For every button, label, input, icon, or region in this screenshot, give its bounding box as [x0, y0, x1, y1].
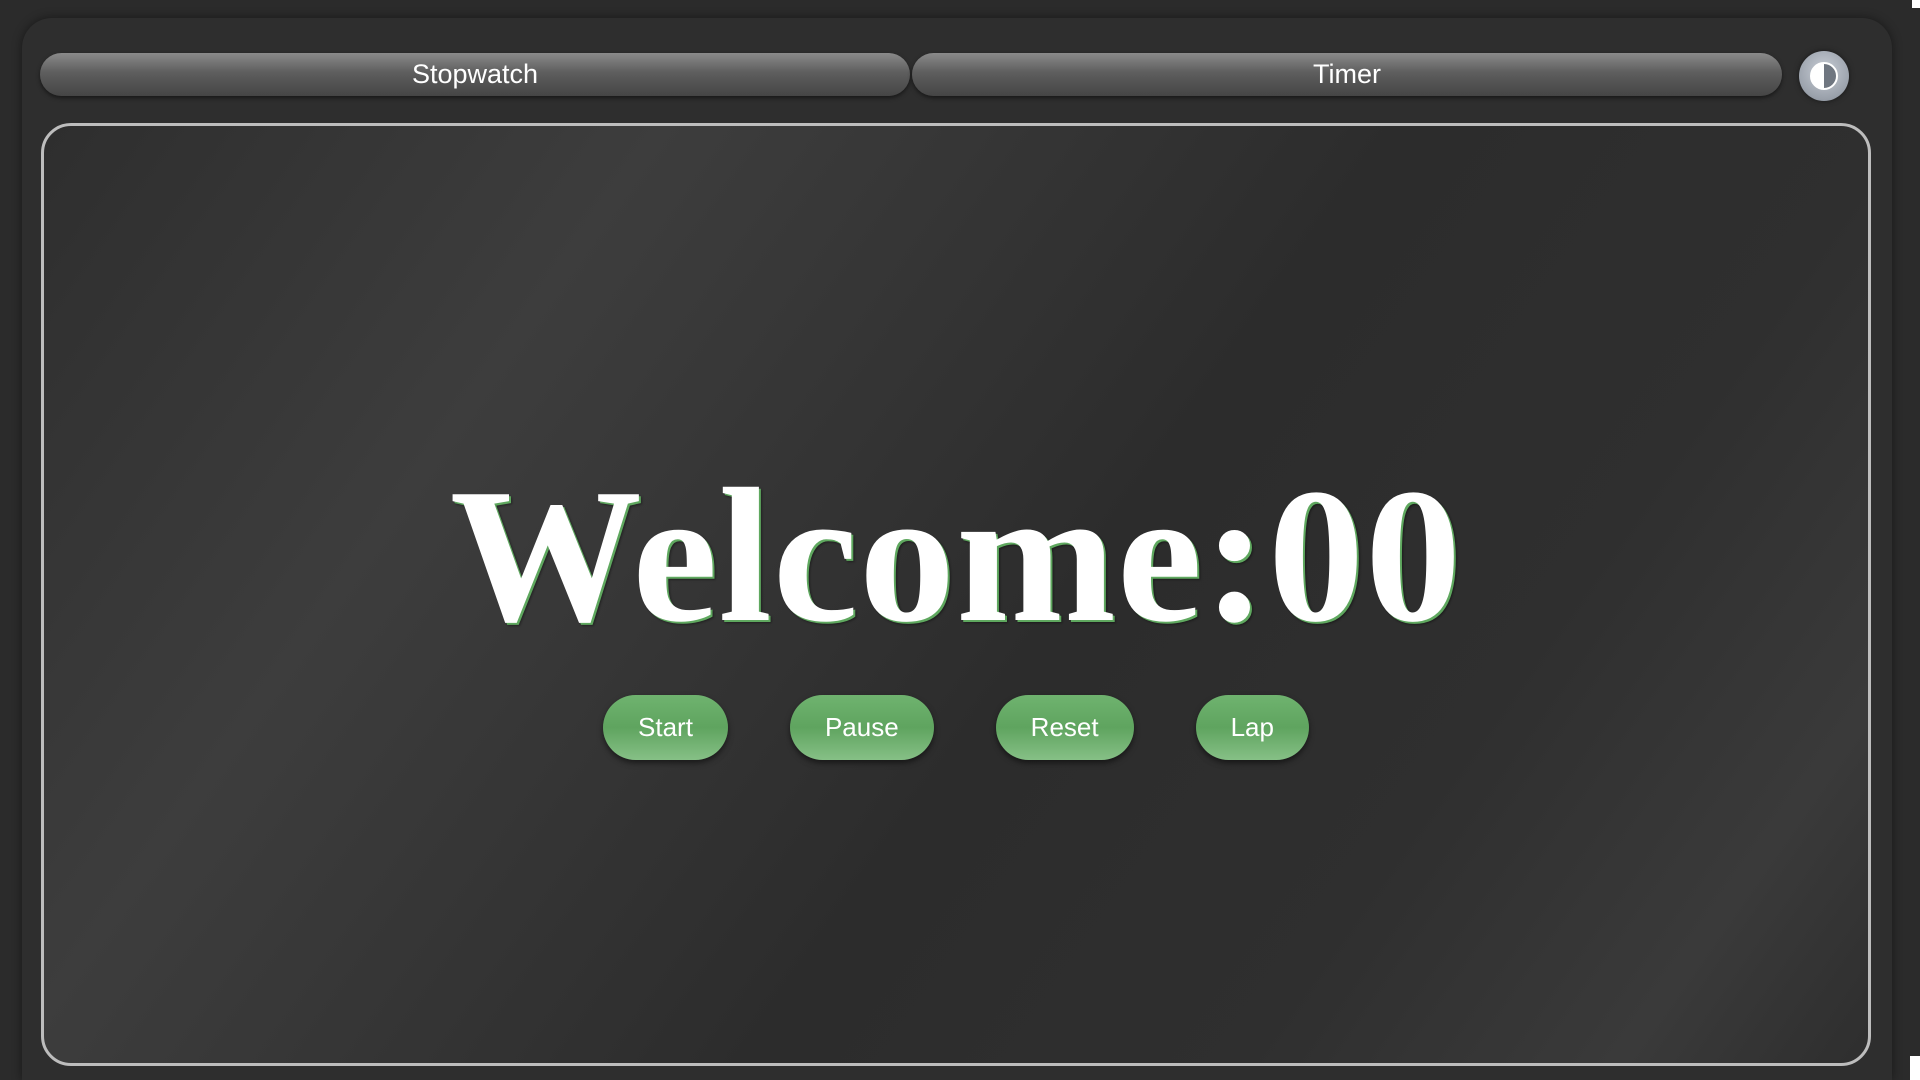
scrollbar-top-corner [1912, 0, 1920, 8]
scrollbar-corner [1910, 1056, 1920, 1080]
lap-button[interactable]: Lap [1195, 695, 1309, 760]
time-display: Welcome:00 [449, 449, 1463, 662]
stopwatch-panel: Welcome:00 Start Pause Reset Lap [41, 123, 1871, 1066]
contrast-icon [1810, 62, 1838, 90]
theme-toggle-button[interactable] [1799, 51, 1849, 101]
tab-stopwatch[interactable]: Stopwatch [40, 53, 910, 96]
control-buttons: Start Pause Reset Lap [44, 695, 1868, 760]
start-button[interactable]: Start [603, 695, 728, 760]
tab-timer[interactable]: Timer [912, 53, 1782, 96]
pause-button[interactable]: Pause [789, 695, 934, 760]
app-container: Stopwatch Timer Welcome:00 Start Pause R… [22, 18, 1892, 1080]
reset-button[interactable]: Reset [995, 695, 1134, 760]
